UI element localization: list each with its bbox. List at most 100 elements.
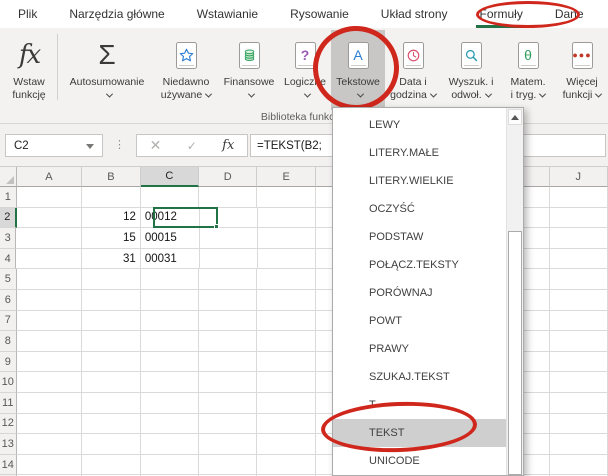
cell-d6[interactable] [199, 290, 257, 311]
column-header-c[interactable]: C [141, 167, 199, 187]
name-box[interactable]: C2 [5, 134, 103, 157]
dropdown-scrollbar[interactable] [506, 108, 523, 475]
menu-item-prawy[interactable]: PRAWY [333, 335, 506, 363]
cell-e6[interactable] [257, 290, 315, 311]
row-header-1[interactable]: 1 [0, 187, 17, 208]
cell-j4[interactable] [550, 249, 608, 270]
cell-c7[interactable] [141, 311, 199, 332]
column-header-b[interactable]: B [82, 167, 140, 187]
menu-item-porównaj[interactable]: PORÓWNAJ [333, 279, 506, 307]
cell-c13[interactable] [141, 434, 199, 455]
cell-a9[interactable] [17, 352, 83, 373]
cell-d2[interactable] [200, 208, 258, 229]
cell-d4[interactable] [200, 249, 258, 270]
cell-c6[interactable] [141, 290, 199, 311]
cancel-icon[interactable]: ✕ [150, 137, 162, 154]
cell-j5[interactable] [550, 269, 608, 290]
cell-c12[interactable] [141, 414, 199, 435]
cell-c14[interactable] [141, 455, 199, 476]
menu-item-szukaj-tekst[interactable]: SZUKAJ.TEKST [333, 363, 506, 391]
cell-d3[interactable] [200, 228, 258, 249]
menu-item-lewy[interactable]: LEWY [333, 111, 506, 139]
cell-d5[interactable] [199, 269, 257, 290]
cell-b6[interactable] [82, 290, 140, 311]
cell-b3[interactable]: 15 [82, 228, 141, 249]
cell-c1[interactable] [141, 187, 199, 208]
cell-j12[interactable] [550, 414, 608, 435]
cell-j1[interactable] [550, 187, 608, 208]
row-header-7[interactable]: 7 [0, 311, 17, 332]
cell-d1[interactable] [199, 187, 257, 208]
cell-d14[interactable] [199, 455, 257, 476]
cell-b5[interactable] [82, 269, 140, 290]
tab-plik[interactable]: Plik [2, 0, 53, 28]
cell-b2[interactable]: 12 [82, 208, 141, 229]
cell-j13[interactable] [550, 434, 608, 455]
menu-item-podstaw[interactable]: PODSTAW [333, 223, 506, 251]
menu-item-litery-małe[interactable]: LITERY.MAŁE [333, 139, 506, 167]
cell-a12[interactable] [17, 414, 83, 435]
cell-b4[interactable]: 31 [82, 249, 141, 270]
cell-e3[interactable] [258, 228, 316, 249]
cell-c2[interactable]: 00012 [141, 208, 200, 229]
ribbon-button-niedawno-uzywane[interactable]: Niedawnoużywane [153, 30, 219, 110]
column-header-d[interactable]: D [199, 167, 257, 187]
ribbon-button-finansowe[interactable]: Finansowe [219, 30, 279, 110]
insert-function-icon[interactable]: fx [222, 138, 234, 153]
cell-b10[interactable] [82, 372, 140, 393]
row-header-2[interactable]: 2 [0, 208, 17, 229]
cell-d12[interactable] [199, 414, 257, 435]
cell-b13[interactable] [82, 434, 140, 455]
cell-e7[interactable] [257, 311, 315, 332]
cell-d10[interactable] [199, 372, 257, 393]
cell-c3[interactable]: 00015 [141, 228, 200, 249]
cell-a2[interactable] [17, 208, 83, 229]
cell-e5[interactable] [257, 269, 315, 290]
column-header-j[interactable]: J [550, 167, 608, 187]
cell-b1[interactable] [82, 187, 140, 208]
cell-e4[interactable] [258, 249, 316, 270]
row-header-6[interactable]: 6 [0, 290, 17, 311]
cell-c10[interactable] [141, 372, 199, 393]
cell-j11[interactable] [550, 393, 608, 414]
cell-d13[interactable] [199, 434, 257, 455]
ribbon-button-wstaw-funkcje[interactable]: fxWstawfunkcję [4, 30, 54, 110]
chevron-down-icon[interactable] [86, 144, 94, 149]
cell-e2[interactable] [258, 208, 316, 229]
row-header-5[interactable]: 5 [0, 269, 17, 290]
row-header-14[interactable]: 14 [0, 455, 17, 476]
row-header-3[interactable]: 3 [0, 228, 16, 249]
cell-e10[interactable] [257, 372, 315, 393]
menu-item-oczyść[interactable]: OCZYŚĆ [333, 195, 506, 223]
menu-item-litery-wielkie[interactable]: LITERY.WIELKIE [333, 167, 506, 195]
cell-b8[interactable] [82, 331, 140, 352]
row-header-11[interactable]: 11 [0, 393, 17, 414]
cell-b7[interactable] [82, 311, 140, 332]
cell-e13[interactable] [257, 434, 315, 455]
cell-d11[interactable] [199, 393, 257, 414]
column-header-a[interactable]: A [17, 167, 83, 187]
cell-c4[interactable]: 00031 [141, 249, 200, 270]
cell-e1[interactable] [257, 187, 315, 208]
cell-a11[interactable] [17, 393, 83, 414]
cell-e14[interactable] [257, 455, 315, 476]
cell-c9[interactable] [141, 352, 199, 373]
cell-a14[interactable] [17, 455, 83, 476]
cell-b14[interactable] [82, 455, 140, 476]
row-header-12[interactable]: 12 [0, 414, 17, 435]
enter-icon[interactable]: ✓ [187, 139, 197, 153]
ribbon-button-wiecej-funkcji[interactable]: ●●●Więcejfunkcji [555, 30, 608, 110]
menu-item-powt[interactable]: POWT [333, 307, 506, 335]
menu-item-połącz-teksty[interactable]: POŁĄCZ.TEKSTY [333, 251, 506, 279]
scrollbar-thumb[interactable] [508, 231, 522, 475]
cell-c8[interactable] [141, 331, 199, 352]
tab-rysowanie[interactable]: Rysowanie [274, 0, 365, 28]
cell-b12[interactable] [82, 414, 140, 435]
cell-e9[interactable] [257, 352, 315, 373]
tab-układ-strony[interactable]: Układ strony [365, 0, 464, 28]
cell-d7[interactable] [199, 311, 257, 332]
select-all-corner[interactable] [0, 167, 17, 187]
cell-j14[interactable] [550, 455, 608, 476]
row-header-9[interactable]: 9 [0, 352, 17, 373]
cell-j10[interactable] [550, 372, 608, 393]
